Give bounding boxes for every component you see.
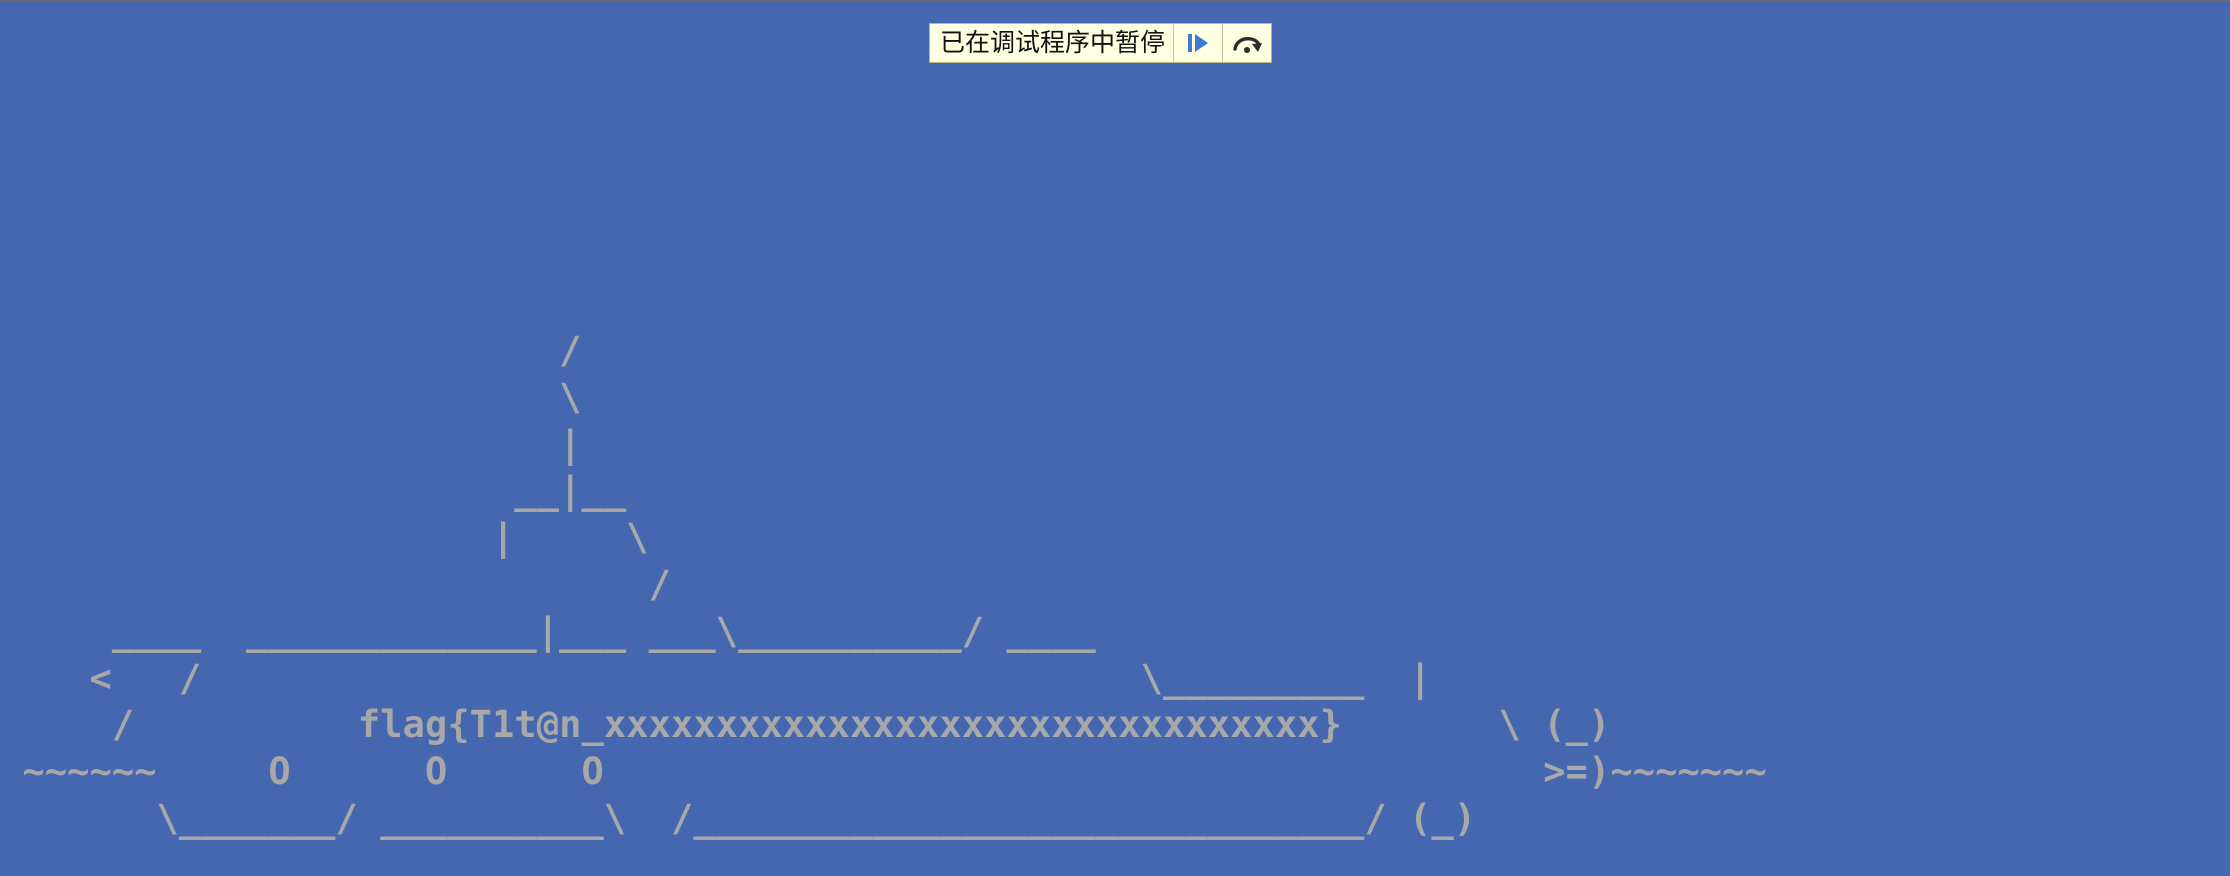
ascii-flag-line: / flag{T1t@n_xxxxxxxxxxxxxxxxxxxxxxxxxxx… [0, 703, 1611, 747]
debugger-paused-label: 已在调试程序中暂停 [940, 28, 1166, 57]
ascii-line: ~~~~~~ O O O >=)~~~~~~~ [0, 750, 1767, 794]
ascii-line: ____ _____________|___ ___\__________/ _… [0, 609, 1096, 653]
step-over-icon [1233, 37, 1263, 53]
ascii-line: \_______/ __________\ /_________________… [0, 796, 1477, 840]
resume-button[interactable] [1173, 24, 1222, 62]
window-top-border [0, 0, 2230, 2]
ascii-line: | [0, 422, 582, 466]
ascii-line: / [0, 329, 582, 372]
ascii-line: | \ [0, 516, 649, 560]
ascii-line: < / \_________ | [0, 656, 1432, 700]
debugger-paused-bar: 已在调试程序中暂停 [929, 23, 1273, 63]
ascii-line: \ [0, 375, 582, 419]
ascii-ship-art: / \ | __|__ | \ / ____ _____________|___… [0, 328, 1767, 843]
ascii-line: __|__ [0, 469, 627, 513]
resume-play-icon [1188, 34, 1209, 52]
ascii-line: / [0, 562, 671, 606]
step-over-button[interactable] [1222, 24, 1271, 62]
